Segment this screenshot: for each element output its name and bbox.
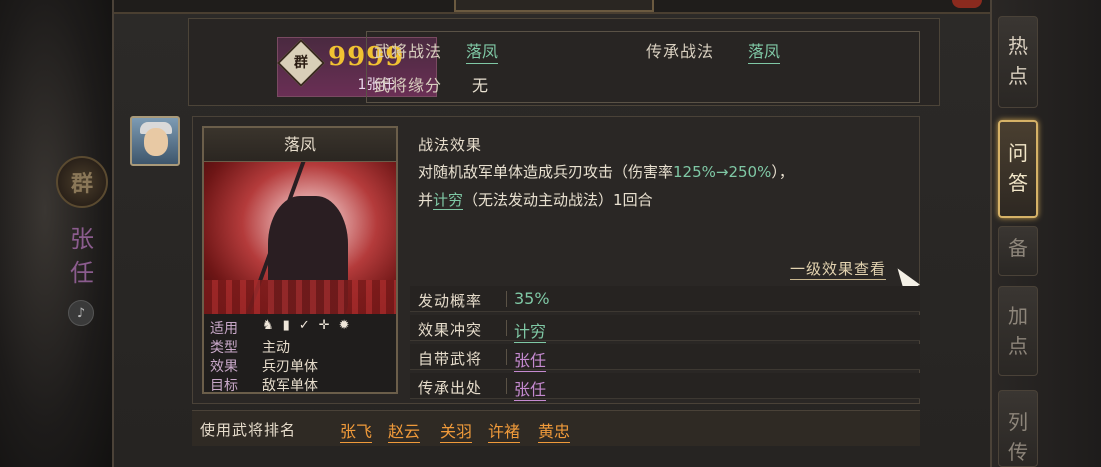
- backdrop-hero-name: 张任: [70, 225, 94, 287]
- skill-artwork: [204, 162, 396, 314]
- effect-description: 对随机敌军单体造成兵刃攻击（伤害率125%→250%）， 并计穷（无法发动主动战…: [418, 163, 794, 210]
- shield-icon: ▮: [282, 318, 299, 333]
- faction-emblem: 群: [56, 156, 108, 208]
- hero-portrait-avatar[interactable]: [130, 116, 180, 166]
- usage-ranking-bar: 使用武将排名 张飞 赵云 关羽 许褚 黄忠: [192, 410, 920, 446]
- info-row-own-hero: 自带武将 张任: [410, 344, 920, 372]
- tab-hot[interactable]: 热点: [998, 16, 1038, 108]
- conflict-link[interactable]: 计穷: [514, 318, 547, 343]
- hero-skill-link[interactable]: 落凤: [466, 38, 499, 64]
- tab-prep[interactable]: 备: [998, 226, 1038, 276]
- tab-qa[interactable]: 问答: [998, 120, 1038, 218]
- ranking-hero-5[interactable]: 黄忠: [538, 418, 571, 443]
- level-effect-link[interactable]: 一级效果查看: [790, 258, 887, 280]
- tab-biography[interactable]: 列传: [998, 390, 1038, 467]
- ranking-hero-2[interactable]: 赵云: [388, 418, 421, 443]
- inherit-skill-label: 传承战法: [646, 42, 715, 61]
- fate-value: 无: [472, 76, 489, 95]
- inherit-source-link[interactable]: 张任: [514, 376, 547, 401]
- panel-top-tab: [454, 0, 654, 12]
- right-tab-rail: 热点 问答 备 加点 列传: [992, 0, 1101, 467]
- spear-icon: ✛: [318, 318, 339, 333]
- info-row-inherit-source: 传承出处 张任: [410, 373, 920, 401]
- ranking-hero-3[interactable]: 关羽: [440, 418, 473, 443]
- effect-title: 战法效果: [418, 136, 483, 154]
- hero-skill-label: 武将战法: [374, 42, 443, 61]
- ranking-hero-1[interactable]: 张飞: [340, 418, 373, 443]
- speaker-icon[interactable]: ♪: [68, 300, 94, 326]
- ranking-hero-4[interactable]: 许褚: [488, 418, 521, 443]
- status-link-jiqiong[interactable]: 计穷: [433, 191, 464, 210]
- troop-type-icons: ♞▮✓✛✹: [262, 318, 359, 333]
- skill-card: 落凤 适用 ♞▮✓✛✹ 类型 主动 效果 兵刃单体 目标 敌军单体: [202, 126, 398, 394]
- inherit-skill-link[interactable]: 落凤: [748, 38, 781, 64]
- bow-icon: ✓: [298, 318, 319, 333]
- info-row-conflict: 效果冲突 计穷: [410, 315, 920, 343]
- panel-top-bar: [114, 0, 990, 14]
- damage-rate: 125%→250%: [673, 163, 772, 181]
- wheel-icon: ✹: [338, 318, 359, 333]
- faction-badge: 群: [276, 38, 326, 88]
- own-hero-link[interactable]: 张任: [514, 347, 547, 372]
- skills-box: [366, 31, 920, 103]
- info-row-trigger-rate: 发动概率 35%: [410, 286, 920, 312]
- skill-card-title: 落凤: [204, 128, 396, 162]
- fate-label: 武将缘分: [374, 76, 443, 95]
- ranking-label: 使用武将排名: [200, 421, 297, 439]
- tab-points[interactable]: 加点: [998, 286, 1038, 376]
- corner-ornament: [952, 0, 982, 8]
- cavalry-icon: ♞: [262, 318, 283, 333]
